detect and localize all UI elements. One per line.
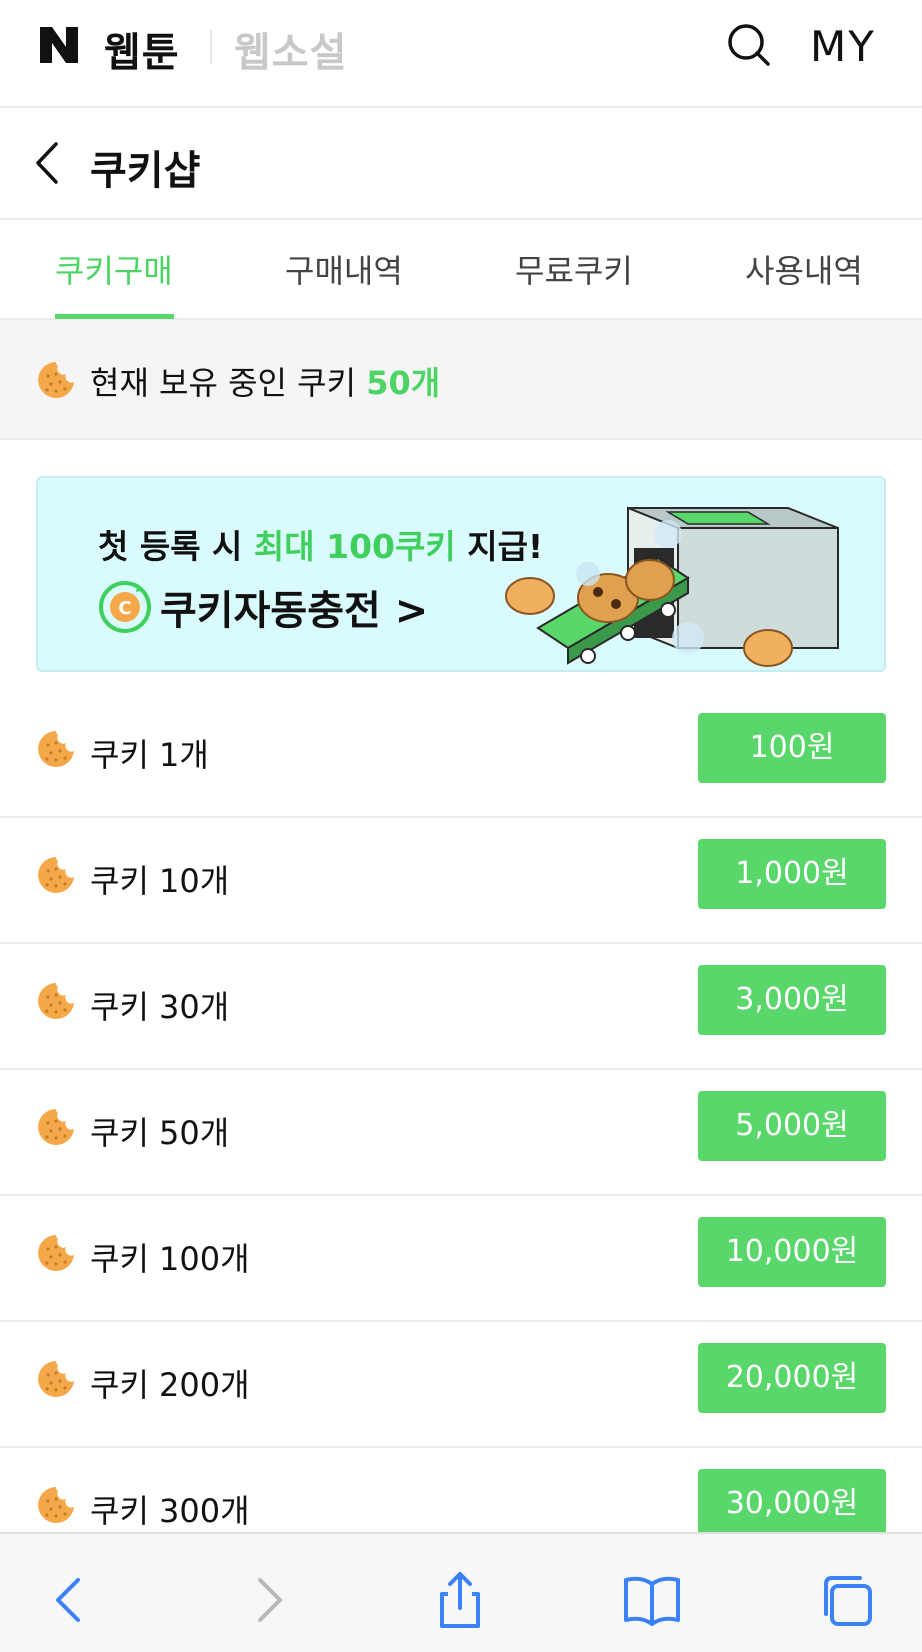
cookie-icon <box>38 362 74 398</box>
buy-button[interactable]: 20,000원 <box>698 1343 886 1413</box>
search-icon[interactable] <box>724 20 772 68</box>
product-row: 쿠키 1개 100원 <box>0 692 922 818</box>
auto-charge-banner[interactable]: 첫 등록 시 최대 100쿠키 지급! C 쿠키자동충전 > <box>36 476 886 672</box>
product-label: 쿠키 30개 <box>90 988 230 1026</box>
buy-button[interactable]: 100원 <box>698 713 886 783</box>
svg-text:C: C <box>118 598 131 619</box>
browser-back-icon[interactable] <box>40 1570 100 1630</box>
banner-headline-highlight: 최대 100쿠키 <box>253 527 456 566</box>
nav-webtoon[interactable]: 웹툰 <box>104 20 180 78</box>
tabs-icon[interactable] <box>816 1570 876 1630</box>
browser-forward-icon[interactable] <box>238 1570 298 1630</box>
cookie-icon <box>38 857 74 893</box>
product-row: 쿠키 100개 10,000원 <box>0 1196 922 1322</box>
nav-webnovel[interactable]: 웹소설 <box>234 20 347 78</box>
tab-purchase-history[interactable]: 구매내역 <box>285 246 403 292</box>
share-icon[interactable] <box>430 1570 490 1630</box>
browser-toolbar <box>0 1532 922 1652</box>
product-label: 쿠키 50개 <box>90 1114 230 1152</box>
auto-charge-icon: C <box>99 581 151 633</box>
buy-button[interactable]: 1,000원 <box>698 839 886 909</box>
cookie-machine-illustration <box>505 506 839 667</box>
product-label: 쿠키 1개 <box>90 736 209 774</box>
page-title: 쿠키샵 <box>90 148 201 194</box>
cookie-icon <box>38 1487 74 1523</box>
top-nav-bar: 웹툰 웹소설 MY <box>0 0 922 108</box>
banner-headline-a: 첫 등록 시 <box>98 527 254 566</box>
buy-button[interactable]: 3,000원 <box>698 965 886 1035</box>
tab-bar: 쿠키구매 구매내역 무료쿠키 사용내역 <box>0 220 922 320</box>
cookie-icon <box>38 1361 74 1397</box>
product-label: 쿠키 300개 <box>90 1492 250 1530</box>
naver-logo[interactable] <box>38 25 80 65</box>
buy-button[interactable]: 5,000원 <box>698 1091 886 1161</box>
product-row: 쿠키 30개 3,000원 <box>0 944 922 1070</box>
balance-text: 현재 보유 중인 쿠키 50개 <box>90 358 440 404</box>
active-tab-indicator <box>55 314 174 319</box>
balance-label: 현재 보유 중인 쿠키 <box>90 364 367 402</box>
nav-divider <box>210 30 212 64</box>
cookie-icon <box>38 983 74 1019</box>
product-label: 쿠키 200개 <box>90 1366 250 1404</box>
product-label: 쿠키 10개 <box>90 862 230 900</box>
tab-usage-history[interactable]: 사용내역 <box>745 246 863 292</box>
cookie-icon <box>38 1109 74 1145</box>
tab-free-cookie[interactable]: 무료쿠키 <box>515 246 633 292</box>
tab-cookie-purchase[interactable]: 쿠키구매 <box>55 246 173 292</box>
product-row: 쿠키 50개 5,000원 <box>0 1070 922 1196</box>
banner-title: 쿠키자동충전 > <box>160 588 429 634</box>
buy-button[interactable]: 30,000원 <box>698 1469 886 1539</box>
product-row: 쿠키 10개 1,000원 <box>0 818 922 944</box>
product-label: 쿠키 100개 <box>90 1240 250 1278</box>
cookie-icon <box>38 1235 74 1271</box>
banner-headline: 첫 등록 시 최대 100쿠키 지급! <box>98 520 543 568</box>
product-row: 쿠키 200개 20,000원 <box>0 1322 922 1448</box>
page-header: 쿠키샵 <box>0 108 922 220</box>
chevron-left-icon[interactable] <box>30 138 66 188</box>
my-button[interactable]: MY <box>810 22 876 71</box>
cookie-icon <box>38 731 74 767</box>
bookmarks-icon[interactable] <box>622 1570 682 1630</box>
cookie-balance: 현재 보유 중인 쿠키 50개 <box>0 320 922 440</box>
balance-count: 50개 <box>366 364 441 402</box>
buy-button[interactable]: 10,000원 <box>698 1217 886 1287</box>
